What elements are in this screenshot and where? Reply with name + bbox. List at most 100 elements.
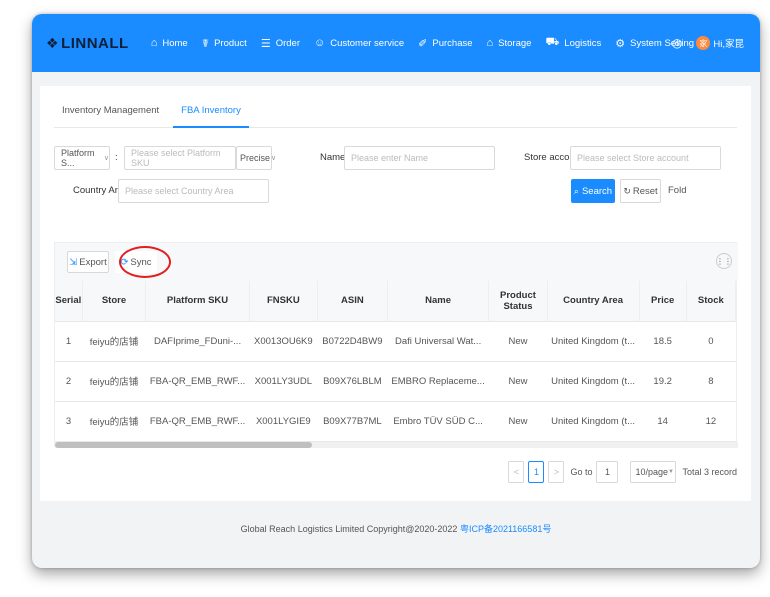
col-store[interactable]: Store [82, 281, 147, 322]
page-number[interactable]: 1 [528, 461, 545, 483]
column-settings-icon[interactable]: ⋮⋮ [716, 253, 732, 269]
brand-name: LINNALL [61, 34, 129, 52]
nav-item-label: Customer service [330, 37, 405, 49]
tab-fba-inventory[interactable]: FBA Inventory [173, 100, 249, 128]
reset-button[interactable]: ↻ Reset [620, 179, 661, 203]
cell-country-area: United Kingdom (t... [547, 321, 640, 362]
goto-label: Go to [570, 467, 593, 477]
top-nav: ❖ LINNALL ⌂ Home ☤ Product ☰ Order ☺ Cus… [32, 14, 760, 72]
next-page-button[interactable]: > [548, 461, 565, 483]
gear-icon: ⚙ [615, 37, 626, 50]
nav-item-purchase[interactable]: ✐ Purchase [418, 37, 472, 50]
table-toolbar: ⇲ Export ⟳ Sync ⋮⋮ [55, 243, 738, 281]
cell-country-area: United Kingdom (t... [547, 401, 640, 442]
col-fnsku[interactable]: FNSKU [249, 281, 318, 322]
footer: Global Reach Logistics Limited Copyright… [32, 522, 760, 535]
cell-product-status: New [488, 401, 548, 442]
cell-store: feiyu的店铺 [82, 401, 146, 442]
goto-input[interactable]: 1 [596, 461, 619, 483]
cell-name: Dafi Universal Wat... [387, 321, 489, 362]
tab-bar: Inventory Management FBA Inventory [54, 100, 737, 128]
col-price[interactable]: Price [639, 281, 687, 322]
product-icon: ☤ [201, 37, 210, 50]
pagination: < 1 > Go to 1 10/page ▼ Total 3 record [508, 461, 737, 483]
platform-select[interactable]: Platform S... ∨ [54, 146, 110, 170]
chevron-down-icon: ▼ [668, 469, 674, 475]
logo[interactable]: ❖ LINNALL [46, 35, 129, 52]
globe-icon[interactable]: ◎ [672, 36, 682, 50]
cell-product-status: New [488, 321, 548, 362]
col-stock[interactable]: Stock [686, 281, 737, 322]
col-platform-sku[interactable]: Platform SKU [145, 281, 250, 322]
home-icon: ⌂ [150, 37, 158, 49]
cell-platform-sku: DAFIprime_FDuni-... [145, 321, 250, 362]
cell-asin: B09X76LBLM [317, 361, 388, 402]
name-input[interactable]: Please enter Name [344, 146, 495, 170]
match-mode-value: Precise [240, 153, 271, 163]
cell-fnsku: X0013OU6K9 [249, 321, 318, 362]
icp-link[interactable]: 粤ICP备2021166581号 [460, 524, 551, 534]
cell-product-status: New [488, 361, 548, 402]
search-button[interactable]: ⌕ Search [571, 179, 615, 203]
scrollbar-thumb[interactable] [55, 442, 312, 448]
cell-price: 19.2 [639, 361, 687, 402]
page-size-value: 10/page [635, 467, 669, 477]
nav-item-label: Product [214, 37, 247, 49]
sync-highlight-annotation [119, 246, 171, 278]
storage-icon: ⌂ [486, 37, 494, 49]
cell-fnsku: X001LY3UDL [249, 361, 318, 402]
user-greeting[interactable]: Hi,家昆 [713, 36, 744, 50]
nav-item-label: Purchase [432, 37, 473, 49]
inventory-table: ⇲ Export ⟳ Sync ⋮⋮ Serial Store Platform… [54, 242, 738, 448]
cell-serial: 1 [55, 321, 83, 362]
col-name[interactable]: Name [387, 281, 490, 322]
tab-inventory-management[interactable]: Inventory Management [54, 100, 167, 128]
store-account-select[interactable]: Please select Store account [570, 146, 721, 170]
horizontal-scrollbar[interactable] [55, 442, 738, 448]
col-asin[interactable]: ASIN [317, 281, 388, 322]
fold-link[interactable]: Fold [668, 185, 686, 196]
match-mode-select[interactable]: Precise ∨ [236, 146, 276, 170]
colon-separator: : [115, 152, 118, 163]
reset-icon: ↻ [623, 185, 631, 196]
nav-item-customer-service[interactable]: ☺ Customer service [314, 37, 404, 49]
platform-select-value: Platform S... [61, 148, 95, 168]
avatar[interactable]: 家 [696, 36, 711, 50]
export-button-label: Export [79, 256, 107, 268]
nav-item-logistics[interactable]: ⛟ Logistics [545, 36, 601, 50]
app-window: ❖ LINNALL ⌂ Home ☤ Product ☰ Order ☺ Cus… [32, 14, 760, 568]
cell-name: Embro TÜV SÜD C... [387, 401, 489, 442]
cell-asin: B09X77B7ML [317, 401, 388, 442]
nav-item-label: Home [162, 37, 188, 49]
table-row[interactable]: 1 feiyu的店铺 DAFIprime_FDuni-... X0013OU6K… [55, 321, 736, 362]
nav-item-label: Logistics [564, 37, 602, 49]
col-product-status[interactable]: Product Status [488, 281, 548, 322]
nav-item-storage[interactable]: ⌂ Storage [487, 37, 532, 49]
export-button[interactable]: ⇲ Export [67, 251, 109, 273]
export-icon: ⇲ [69, 256, 78, 268]
nav-item-order[interactable]: ☰ Order [261, 37, 300, 50]
country-area-select[interactable]: Please select Country Area [118, 179, 269, 203]
chevron-down-icon: ∨ [271, 155, 277, 162]
search-button-label: Search [581, 185, 613, 197]
nav-item-product[interactable]: ☤ Product [202, 37, 247, 50]
table-row[interactable]: 3 feiyu的店铺 FBA-QR_EMB_RWF... X001LYGIE9 … [55, 401, 736, 442]
cell-name: EMBRO Replaceme... [387, 361, 489, 402]
page-size-select[interactable]: 10/page ▼ [630, 461, 677, 483]
cell-stock: 12 [686, 401, 736, 442]
col-country-area[interactable]: Country Area [547, 281, 640, 322]
cell-stock: 8 [686, 361, 736, 402]
col-serial[interactable]: Serial [55, 281, 83, 322]
cell-price: 18.5 [639, 321, 687, 362]
prev-page-button[interactable]: < [508, 461, 525, 483]
cell-fnsku: X001LYGIE9 [249, 401, 318, 442]
nav-right: ◎ 家 Hi,家昆 [672, 14, 744, 72]
truck-icon: ⛟ [545, 36, 560, 48]
nav-item-home[interactable]: ⌂ Home [151, 37, 188, 49]
table-header-row: Serial Store Platform SKU FNSKU ASIN Nam… [55, 281, 737, 322]
order-icon: ☰ [260, 37, 271, 50]
logo-icon: ❖ [46, 34, 60, 51]
table-row[interactable]: 2 feiyu的店铺 FBA-QR_EMB_RWF... X001LY3UDL … [55, 361, 736, 402]
platform-sku-select[interactable]: Please select Platform SKU [124, 146, 236, 170]
nav-menu: ⌂ Home ☤ Product ☰ Order ☺ Customer serv… [151, 36, 708, 50]
